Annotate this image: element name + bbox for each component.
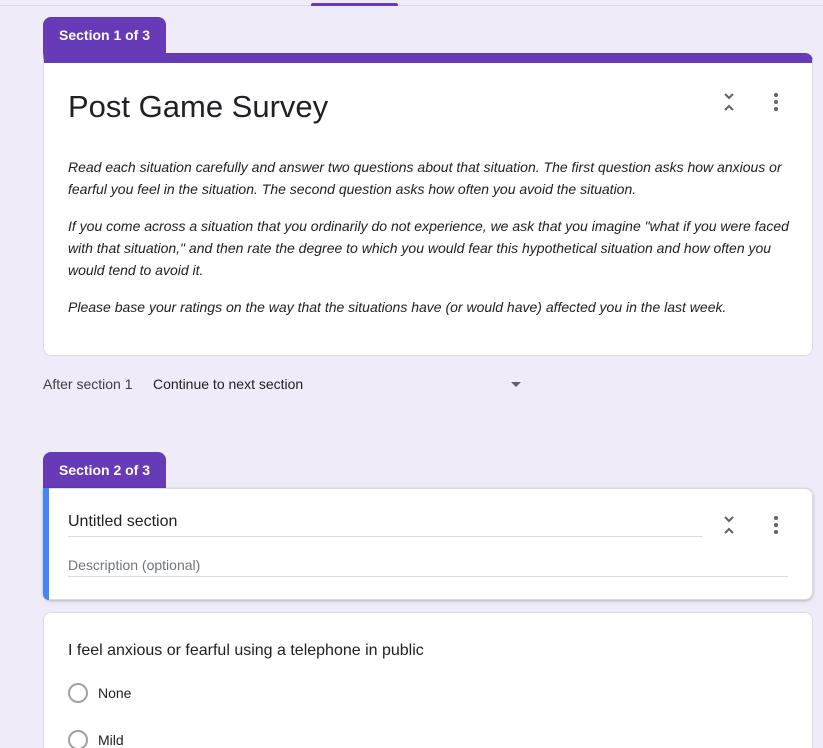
dropdown-caret-icon[interactable] [511,382,521,387]
radio-button[interactable] [68,683,88,703]
section-2-tab: Section 2 of 3 [43,452,167,488]
more-vert-icon[interactable] [764,513,788,537]
form-editor: Section 1 of 3 Post Game Survey Read eac… [0,0,823,748]
question-card[interactable]: I feel anxious or fearful using a teleph… [43,612,813,748]
after-section-label: After section 1 [43,376,133,392]
more-vert-icon[interactable] [764,90,788,114]
active-card-indicator [43,488,49,600]
section-2-card[interactable]: Untitled section Description (optional) [43,488,813,600]
section-description-input[interactable]: Description (optional) [68,556,788,577]
header-divider [0,5,823,6]
section-1-tab: Section 1 of 3 [43,17,167,53]
section-1-card[interactable]: Post Game Survey Read each situation car… [43,53,813,356]
active-tab-indicator [311,3,398,6]
option-label: Mild [98,732,124,748]
after-section-dropdown[interactable]: Continue to next section [153,376,303,392]
collapse-icon[interactable] [717,513,741,537]
option-label: None [98,685,132,701]
question-title: I feel anxious or fearful using a teleph… [68,642,424,659]
description-paragraph: If you come across a situation that you … [68,218,789,278]
option-none[interactable]: None [68,683,131,703]
form-title[interactable]: Post Game Survey [68,87,328,127]
section-title-input[interactable]: Untitled section [68,512,703,537]
radio-button[interactable] [68,730,88,748]
form-description[interactable]: Read each situation carefully and answer… [68,156,792,333]
description-paragraph: Please base your ratings on the way that… [68,299,727,315]
description-paragraph: Read each situation carefully and answer… [68,159,782,197]
collapse-icon[interactable] [717,90,741,114]
option-mild[interactable]: Mild [68,730,124,748]
